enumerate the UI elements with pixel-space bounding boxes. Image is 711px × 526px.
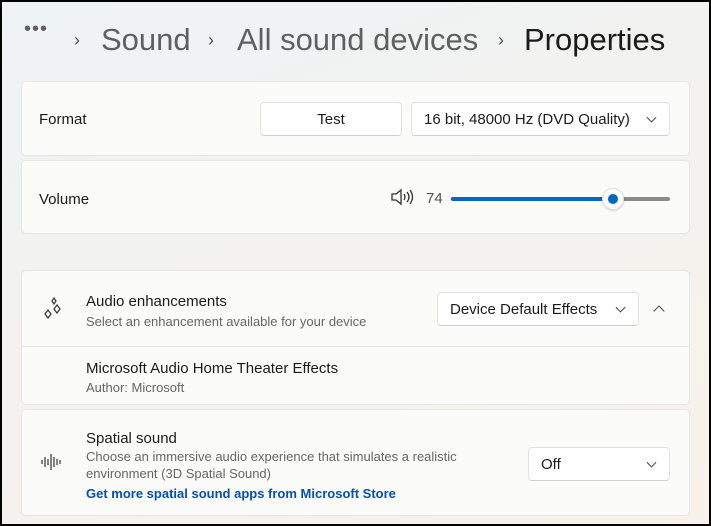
effect-name: Microsoft Audio Home Theater Effects <box>86 360 339 377</box>
volume-slider[interactable] <box>451 188 670 210</box>
collapse-button[interactable] <box>647 297 671 321</box>
spatial-desc-1: Choose an immersive audio experience tha… <box>86 449 457 464</box>
chevron-right-icon: › <box>208 30 214 50</box>
enhancements-title: Audio enhancements <box>86 293 227 310</box>
microsoft-store-link[interactable]: Get more spatial sound apps from Microso… <box>86 486 396 501</box>
spatial-desc-2: environment (3D Spatial Sound) <box>86 466 271 481</box>
format-selected: 16 bit, 48000 Hz (DVD Quality) <box>424 110 630 128</box>
slider-thumb[interactable] <box>602 188 625 210</box>
effect-author: Author: Microsoft <box>86 380 185 395</box>
test-button[interactable]: Test <box>260 102 402 136</box>
spatial-title: Spatial sound <box>86 430 177 447</box>
chevron-down-icon <box>646 112 657 123</box>
volume-card: Volume 74 <box>21 160 690 234</box>
chevron-right-icon: › <box>498 30 504 50</box>
test-button-label: Test <box>317 110 345 128</box>
sound-wave-icon <box>41 454 61 470</box>
settings-window: ••• › Sound › All sound devices › Proper… <box>2 2 709 524</box>
chevron-down-icon <box>646 457 657 468</box>
chevron-right-icon: › <box>74 30 80 50</box>
format-dropdown[interactable]: 16 bit, 48000 Hz (DVD Quality) <box>411 102 670 136</box>
breadcrumb-all-sound-devices[interactable]: All sound devices <box>237 22 478 58</box>
enhancements-selected: Device Default Effects <box>450 300 598 318</box>
spatial-dropdown[interactable]: Off <box>528 447 670 481</box>
chevron-up-icon <box>653 305 665 317</box>
chevron-down-icon <box>615 302 626 313</box>
divider <box>22 346 689 347</box>
breadcrumb-sound[interactable]: Sound <box>101 22 191 58</box>
page-title: Properties <box>524 22 666 57</box>
more-button[interactable]: ••• <box>24 18 48 41</box>
format-label: Format <box>39 111 87 128</box>
spatial-sound-card: Spatial sound Choose an immersive audio … <box>21 409 690 516</box>
format-card: Format Test 16 bit, 48000 Hz (DVD Qualit… <box>21 81 690 156</box>
sparkle-icon <box>44 297 61 319</box>
slider-fill <box>451 197 614 201</box>
enhancements-dropdown[interactable]: Device Default Effects <box>437 292 639 326</box>
volume-value: 74 <box>426 190 443 207</box>
spatial-selected: Off <box>541 455 561 473</box>
enhancements-subtitle: Select an enhancement available for your… <box>86 314 367 329</box>
speaker-icon[interactable] <box>390 187 414 207</box>
volume-label: Volume <box>39 191 90 208</box>
audio-enhancements-card: Audio enhancements Select an enhancement… <box>21 270 690 405</box>
